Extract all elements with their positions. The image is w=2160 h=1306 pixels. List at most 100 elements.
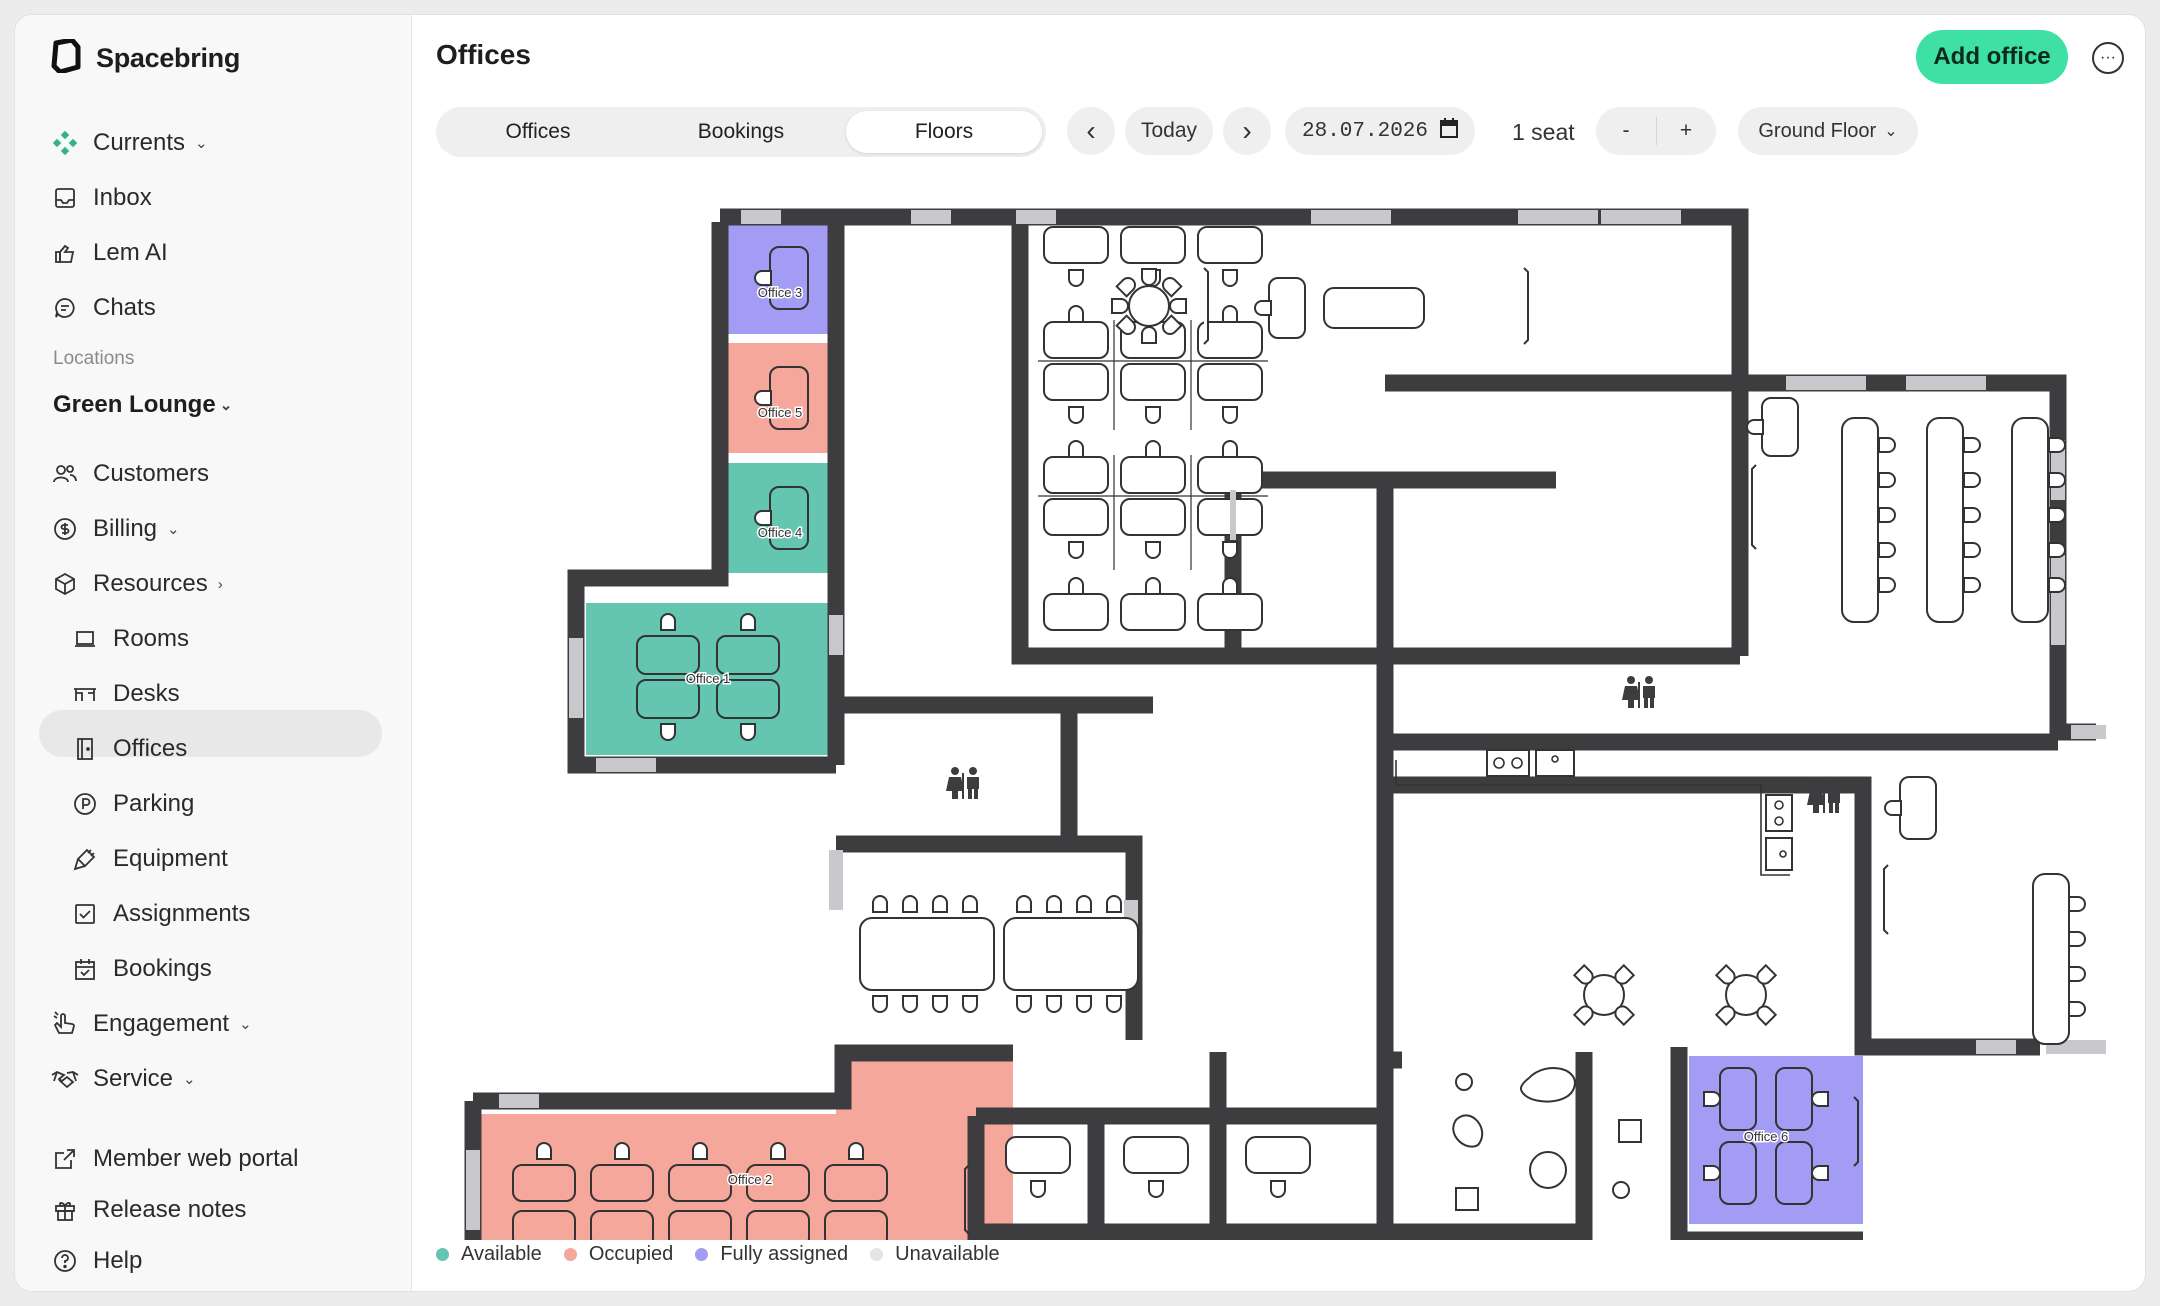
app-window: Spacebring Currents ⌄ Inbox Lem AI Chats… — [14, 14, 2146, 1292]
handshake-icon — [51, 1065, 79, 1093]
spacebring-logo-icon — [50, 37, 82, 78]
legend-available: Available — [436, 1243, 542, 1266]
lounge-area — [1452, 1066, 1642, 1211]
bookings-icon — [71, 955, 99, 983]
date-input[interactable]: 28.07.2026 — [1285, 107, 1475, 155]
nav-label: Member web portal — [93, 1145, 299, 1172]
customers-icon — [51, 460, 79, 488]
office-5-label[interactable]: Office 5 — [756, 404, 804, 422]
gift-icon — [51, 1196, 79, 1224]
nav-engagement[interactable]: Engagement ⌄ — [51, 1007, 252, 1041]
seat-stepper: - + — [1596, 107, 1716, 155]
nav-service[interactable]: Service ⌄ — [51, 1062, 196, 1096]
office-6-label[interactable]: Office 6 — [1742, 1128, 1790, 1146]
sidebar: Spacebring Currents ⌄ Inbox Lem AI Chats… — [15, 15, 412, 1291]
nav-bookings[interactable]: Bookings — [71, 952, 212, 986]
nav-customers[interactable]: Customers — [51, 457, 209, 491]
inbox-icon — [51, 184, 79, 212]
office-2-fill[interactable] — [481, 1054, 1013, 1240]
nav-label: Currents — [93, 129, 186, 156]
chat-icon — [51, 294, 79, 322]
nav-label: Inbox — [93, 184, 152, 211]
offices-icon — [71, 735, 99, 763]
assignments-icon — [71, 900, 99, 928]
nav-label: Equipment — [113, 845, 228, 872]
legend-dot — [563, 1248, 577, 1261]
add-office-button[interactable]: Add office — [1916, 30, 2068, 84]
today-button[interactable]: Today — [1125, 107, 1213, 155]
meeting-room-long — [1254, 267, 1529, 345]
office-5-fill[interactable] — [728, 343, 836, 453]
legend: Available Occupied Fully assigned Unavai… — [436, 1243, 1000, 1266]
nav-help[interactable]: Help — [51, 1244, 142, 1278]
seat-count: 1 seat — [1512, 119, 1575, 145]
nav-lem-ai[interactable]: Lem AI — [51, 236, 168, 270]
resources-icon — [51, 570, 79, 598]
nav-equipment[interactable]: Equipment — [71, 842, 228, 876]
conference-room-right — [1746, 397, 2065, 623]
tab-offices[interactable]: Offices — [440, 111, 636, 153]
office-4-label[interactable]: Office 4 — [756, 524, 804, 542]
billing-icon — [51, 515, 79, 543]
nav-assignments[interactable]: Assignments — [71, 897, 250, 931]
rooms-icon — [71, 625, 99, 653]
meeting-room-two-tables — [859, 895, 1139, 1013]
phone-booths — [1005, 1136, 1311, 1198]
nav-desks[interactable]: Desks — [71, 677, 180, 711]
equipment-icon — [71, 845, 99, 873]
legend-unavailable: Unavailable — [870, 1243, 1000, 1266]
office-4-fill[interactable] — [728, 463, 836, 573]
office-2-label[interactable]: Office 2 — [726, 1171, 774, 1189]
tab-bookings[interactable]: Bookings — [643, 111, 839, 153]
help-icon — [51, 1247, 79, 1275]
increase-seats-button[interactable]: + — [1656, 119, 1716, 143]
legend-label: Occupied — [588, 1243, 674, 1265]
office-3-label[interactable]: Office 3 — [756, 284, 804, 302]
nav-label: Customers — [93, 460, 210, 487]
nav-label: Chats — [93, 294, 156, 321]
decrease-seats-button[interactable]: - — [1596, 119, 1656, 143]
chevron-down-icon: ⌄ — [167, 521, 180, 538]
desks-icon — [71, 680, 99, 708]
office-3-fill[interactable] — [728, 221, 836, 334]
chevron-right-icon: › — [217, 575, 223, 593]
brand-name: Spacebring — [96, 43, 241, 73]
nav-member-web-portal[interactable]: Member web portal — [51, 1142, 298, 1176]
legend-label: Unavailable — [895, 1243, 1000, 1265]
nav-release-notes[interactable]: Release notes — [51, 1193, 246, 1227]
legend-dot — [870, 1248, 884, 1261]
tab-floors[interactable]: Floors — [846, 111, 1042, 153]
floor-plan: Office 3 Office 5 Office 4 Office 1 Offi… — [456, 200, 2145, 1240]
prev-day-button[interactable]: ‹ — [1067, 107, 1115, 155]
nav-label: Billing — [93, 515, 158, 542]
nav-chats[interactable]: Chats — [51, 291, 156, 325]
legend-dot — [695, 1248, 709, 1261]
page-title: Offices — [436, 39, 531, 70]
chevron-down-icon: ⌄ — [195, 135, 208, 152]
office-1-label[interactable]: Office 1 — [684, 670, 732, 688]
nav-currents[interactable]: Currents ⌄ — [51, 126, 208, 160]
nav-resources[interactable]: Resources › — [51, 567, 223, 601]
floor-select[interactable]: Ground Floor ⌄ — [1738, 107, 1918, 155]
brand[interactable]: Spacebring — [50, 37, 241, 78]
nav-parking[interactable]: Parking — [71, 787, 194, 821]
next-day-button[interactable]: › — [1223, 107, 1271, 155]
more-icon[interactable]: ··· — [2092, 42, 2124, 74]
nav-rooms[interactable]: Rooms — [71, 622, 189, 656]
engagement-icon — [51, 1010, 79, 1038]
location-selector[interactable]: Green Lounge ⌄ — [53, 391, 232, 419]
floor-value: Ground Floor — [1758, 119, 1877, 142]
nav-billing[interactable]: Billing ⌄ — [51, 512, 180, 546]
chevron-right-icon: › — [1242, 115, 1252, 146]
nav-offices[interactable]: Offices — [71, 732, 187, 766]
nav-label: Assignments — [113, 900, 251, 927]
nav-label: Service — [93, 1065, 174, 1092]
nav-label: Desks — [113, 680, 180, 707]
nav-label: Parking — [113, 790, 195, 817]
legend-dot — [436, 1248, 449, 1261]
chevron-down-icon: ⌄ — [1884, 123, 1898, 140]
location-name: Green Lounge — [53, 391, 216, 418]
nav-label: Offices — [113, 735, 188, 762]
nav-inbox[interactable]: Inbox — [51, 181, 152, 215]
nav-label: Resources — [93, 570, 208, 597]
